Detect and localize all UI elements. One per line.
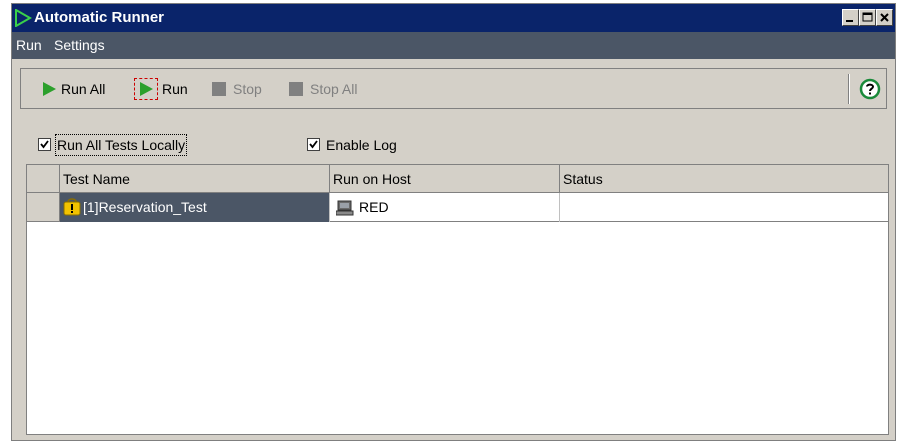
- checkmark-icon: [309, 140, 318, 149]
- status-cell[interactable]: [560, 193, 888, 222]
- play-icon: [140, 82, 153, 96]
- column-header-run-on-host[interactable]: Run on Host: [330, 165, 560, 193]
- toolbar-separator: [848, 74, 850, 104]
- help-icon[interactable]: [859, 78, 881, 100]
- column-header-test-name[interactable]: Test Name: [60, 165, 330, 193]
- host-cell[interactable]: RED: [330, 193, 560, 222]
- run-label: Run: [162, 81, 188, 97]
- close-button[interactable]: [876, 9, 893, 26]
- warning-icon: [63, 198, 81, 216]
- checkbox-box: [307, 138, 320, 151]
- run-all-label: Run All: [61, 81, 106, 97]
- enable-log-label: Enable Log: [326, 137, 397, 153]
- stop-label: Stop: [233, 81, 262, 97]
- play-icon: [15, 9, 32, 27]
- title-bar[interactable]: Automatic Runner: [12, 4, 895, 32]
- toolbar: Run All Run Stop Stop All: [20, 68, 887, 109]
- minimize-button[interactable]: [842, 9, 859, 26]
- window-title: Automatic Runner: [34, 9, 165, 26]
- maximize-button[interactable]: [859, 9, 876, 26]
- computer-icon: [336, 200, 354, 216]
- column-header-status[interactable]: Status: [560, 165, 888, 193]
- automatic-runner-window: Automatic Runner Run Settings Run All Ru…: [11, 3, 896, 441]
- stop-icon: [289, 82, 303, 96]
- play-icon: [43, 82, 56, 96]
- row-header[interactable]: [27, 193, 60, 222]
- checkmark-icon: [40, 140, 49, 149]
- host-text: RED: [359, 199, 389, 215]
- menu-settings[interactable]: Settings: [54, 37, 105, 54]
- test-name-cell[interactable]: [1]Reservation_Test: [60, 193, 330, 222]
- table-row[interactable]: [1]Reservation_Test RED: [60, 193, 888, 222]
- menu-run[interactable]: Run: [16, 37, 42, 54]
- checkbox-box: [38, 138, 51, 151]
- row-header-corner: [27, 165, 60, 193]
- test-name-text: [1]Reservation_Test: [83, 199, 207, 215]
- test-grid: Test Name Run on Host Status [1]Reservat…: [26, 164, 889, 435]
- menu-bar: Run Settings: [12, 32, 895, 59]
- stop-icon: [212, 82, 226, 96]
- run-all-tests-locally-label: Run All Tests Locally: [54, 134, 188, 156]
- stop-all-label: Stop All: [310, 81, 358, 97]
